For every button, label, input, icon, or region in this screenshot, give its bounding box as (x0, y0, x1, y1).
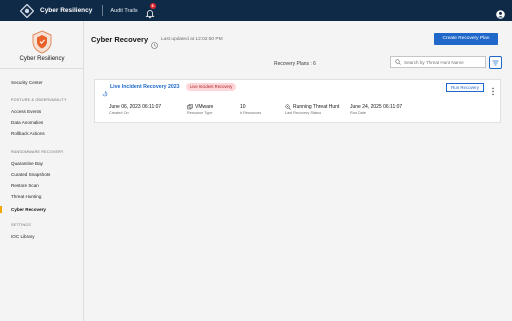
notifications-button[interactable]: 8 (145, 2, 156, 18)
main-content: Cyber Recovery Last updated at 12:02:50 … (85, 21, 512, 321)
recovery-plan-name[interactable]: Live Incident Recovery 2023 (110, 84, 180, 90)
threat-hunt-icon (285, 104, 291, 110)
sidebar-item-threat-hunting[interactable]: Threat Hunting (11, 194, 41, 199)
cyber-resiliency-logo-icon[interactable] (19, 3, 35, 18)
run-date-value: June 24, 2025 06:11:07 (350, 104, 403, 110)
sidebar-item-ioc-library[interactable]: IOC Library (11, 234, 35, 239)
topbar-divider (102, 5, 104, 16)
sidebar-item-access-events[interactable]: Access Events (11, 109, 41, 114)
field-resource-type: VMware Resource Type (187, 104, 213, 115)
audit-trails-link[interactable]: Audit Trails (110, 8, 137, 14)
run-date-label: Run Date (350, 111, 367, 115)
top-bar: Cyber Resiliency Audit Trails 8 (0, 0, 512, 21)
vmware-icon (187, 104, 193, 110)
filter-button[interactable] (489, 56, 502, 69)
created-on-value: June 06, 2023 06:11:07 (109, 104, 162, 110)
create-recovery-plan-button[interactable]: Create Recovery Plan (434, 33, 498, 45)
resource-type-value: VMware (195, 104, 214, 110)
sidebar: Cyber Resiliency Security Center POSTURE… (0, 21, 84, 321)
created-on-label: Created On (109, 111, 129, 115)
filter-icon (492, 60, 499, 65)
recovery-plans-count: Recovery Plans : 6 (274, 61, 316, 67)
resources-value: 10 (240, 104, 246, 110)
active-item-marker (0, 206, 2, 213)
sidebar-brand: Cyber Resiliency (19, 56, 65, 62)
bell-icon (145, 9, 155, 18)
resource-type-label: Resource Type (187, 111, 213, 115)
sidebar-heading-settings: SETTINGS (11, 223, 32, 227)
sidebar-item-security-center[interactable]: Security Center (11, 80, 43, 85)
sidebar-heading-posture: POSTURE & OBSERVABILITY (11, 98, 67, 102)
search-box[interactable] (390, 56, 486, 68)
sidebar-heading-ransomware: RANSOMWARE RECOVERY (11, 150, 64, 154)
search-input[interactable] (404, 59, 484, 65)
field-last-recovery-status: Running Threat Hunt Last Recovery Status (285, 104, 339, 115)
sidebar-item-curated-snapshots[interactable]: Curated Snapshots (11, 172, 50, 177)
field-resources: 10 # Resources (240, 104, 261, 115)
sidebar-item-quarantine-bay[interactable]: Quarantine Bay (11, 161, 43, 166)
clock-icon (151, 36, 158, 49)
shield-logo-icon (31, 30, 53, 54)
run-recovery-button[interactable]: Run Recovery (446, 83, 484, 92)
field-run-date: June 24, 2025 06:11:07 Run Date (350, 104, 402, 115)
sidebar-divider (0, 68, 84, 69)
last-recovery-status-value: Running Threat Hunt (293, 104, 340, 110)
last-updated-text: Last updated at 12:02:50 PM (161, 37, 223, 42)
field-created-on: June 06, 2023 06:11:07 Created On (109, 104, 161, 115)
more-options-icon[interactable] (491, 83, 495, 96)
recovery-plan-card[interactable]: Live Incident Recovery 2023 Live Inciden… (94, 79, 501, 123)
sidebar-item-data-anomalies[interactable]: Data Anomalies (11, 120, 43, 125)
plan-type-tag: Live Incident Recovery (186, 83, 237, 91)
app-name[interactable]: Cyber Resiliency (40, 7, 92, 14)
recovery-plan-icon (102, 84, 108, 97)
page-title: Cyber Recovery (91, 35, 149, 44)
search-icon (395, 59, 401, 65)
last-recovery-status-label: Last Recovery Status (285, 111, 322, 115)
resources-label: # Resources (240, 111, 262, 115)
sidebar-item-cyber-recovery[interactable]: Cyber Recovery (11, 207, 46, 212)
user-avatar-icon[interactable] (496, 6, 505, 19)
sidebar-item-restore-scan[interactable]: Restore Scan (11, 183, 39, 188)
notification-badge: 8 (149, 2, 156, 9)
sidebar-item-rollback-actions[interactable]: Rollback Actions (11, 131, 45, 136)
